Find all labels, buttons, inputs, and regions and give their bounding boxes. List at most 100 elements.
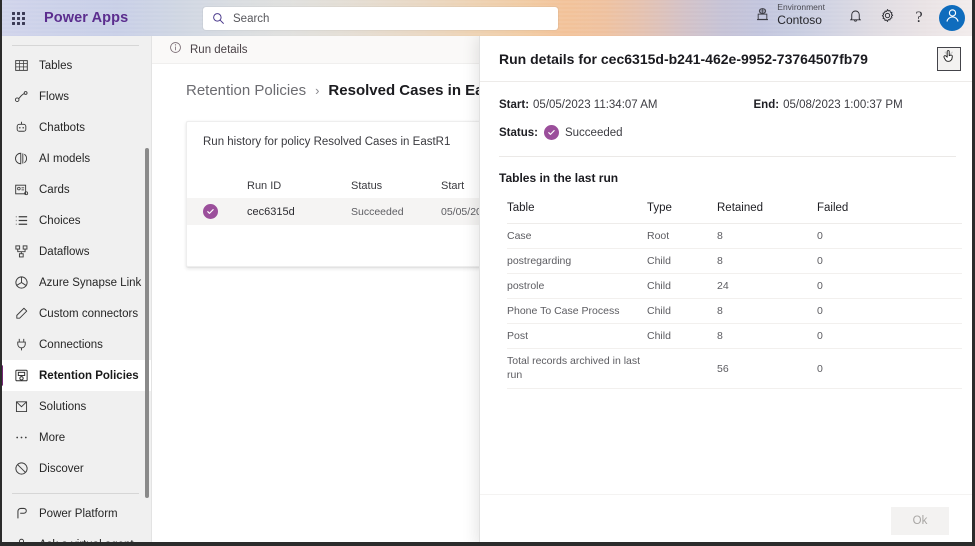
sidebar-item-label: Custom connectors [39,307,139,320]
search-icon [212,12,225,25]
table-row: postrole Child 24 0 [507,274,962,299]
sidebar-item-solutions[interactable]: Solutions [0,391,151,422]
person-avatar-icon [944,7,961,29]
column-header-status[interactable]: Status [351,180,441,192]
environment-value: Contoso [777,12,822,27]
sidebar-item-discover[interactable]: Discover [0,453,151,484]
settings-button[interactable] [871,2,903,34]
sidebar-top-divider [12,45,139,46]
avatar[interactable] [939,5,965,31]
environment-label: Environment [777,2,825,12]
chatbot-icon [12,119,30,137]
sidebar-item-power-platform[interactable]: Power Platform [0,498,151,529]
power-platform-icon [12,505,30,523]
table-row-total: Total records archived in last run 56 0 [507,349,962,389]
app-window: Power Apps Environment Contoso [0,0,975,546]
sidebar-item-label: Power Platform [39,507,118,520]
status-label: Status: [499,126,538,139]
sidebar-item-dataflows[interactable]: Dataflows [0,236,151,267]
sidebar-item-label: Solutions [39,400,87,413]
sidebar-item-connections[interactable]: Connections [0,329,151,360]
cell-retained: 8 [717,255,723,267]
plug-icon [12,336,30,354]
sidebar-item-choices[interactable]: Choices [0,205,151,236]
cell-table: Total records archived in last run [507,355,641,381]
synapse-icon [12,274,30,292]
close-button[interactable] [937,46,961,71]
cell-run-id: cec6315d [247,205,295,218]
retention-icon [12,367,30,385]
search-box[interactable] [203,7,558,30]
cell-retained: 24 [717,280,729,292]
cell-table: postregarding [507,255,572,267]
cell-failed: 0 [817,362,823,375]
panel-body: Start: 05/05/2023 11:34:07 AM End: 05/08… [480,82,975,494]
suite-header-bar: Power Apps Environment Contoso [0,0,975,36]
sidebar-scrollbar[interactable] [145,148,149,498]
solution-icon [12,398,30,416]
sidebar-item-more[interactable]: More [0,422,151,453]
environment-selector[interactable]: Environment Contoso [755,3,825,27]
breadcrumb-parent[interactable]: Retention Policies [186,82,306,99]
sidebar-item-label: More [39,431,66,444]
gear-icon [880,8,895,28]
sidebar-item-label: AI models [39,152,91,165]
cell-failed: 0 [817,255,823,267]
success-check-icon [203,204,218,219]
sidebar-item-azure-synapse-link[interactable]: Azure Synapse Link [0,267,151,298]
waffle-menu-button[interactable] [0,0,36,36]
window-frame-left [0,0,2,546]
column-header-table: Table [507,202,535,214]
ok-button[interactable]: Ok [891,506,949,535]
search-input[interactable] [233,12,533,25]
sidebar-item-flows[interactable]: Flows [0,81,151,112]
cell-type: Child [647,255,671,267]
cell-table: Post [507,330,529,342]
sidebar-item-chatbots[interactable]: Chatbots [0,112,151,143]
sidebar-item-label: Azure Synapse Link [39,276,142,289]
cell-failed: 0 [817,230,823,242]
brand-title[interactable]: Power Apps [44,10,128,26]
environment-text: Environment Contoso [777,3,825,27]
panel-title: Run details for cec6315d-b241-462e-9952-… [499,50,868,67]
flow-icon [12,88,30,106]
sidebar-item-label: Chatbots [39,121,86,134]
table-icon [12,57,30,75]
sidebar-item-cards[interactable]: Cards [0,174,151,205]
run-history-status-icon-col [203,180,247,192]
cell-failed: 0 [817,305,823,317]
help-button[interactable]: ? [903,2,935,34]
run-status-cell [203,204,247,219]
column-header-run-id[interactable]: Run ID [247,180,351,192]
sidebar-item-ai-models[interactable]: AI models [0,143,151,174]
environment-icon [755,7,770,22]
end-value: 05/08/2023 1:00:37 PM [783,99,903,111]
cell-type: Root [647,230,670,242]
tables-in-last-run-table: Table Type Retained Failed Case Root 8 0… [507,202,962,389]
waffle-grid-icon [11,11,25,25]
sidebar-item-label: Cards [39,183,70,196]
table-row: Phone To Case Process Child 8 0 [507,299,962,324]
cell-type: Child [647,305,671,317]
panel-divider [499,156,956,157]
question-mark-icon: ? [915,9,923,26]
sidebar-item-retention-policies[interactable]: Retention Policies [0,360,151,391]
infobar-label: Run details [190,43,248,56]
dataflow-icon [12,243,30,261]
notifications-button[interactable] [839,2,871,34]
breadcrumb-separator-icon: › [315,83,320,98]
table-row: Case Root 8 0 [507,224,962,249]
discover-icon [12,460,30,478]
sidebar-item-label: Tables [39,59,73,72]
choices-icon [12,212,30,230]
sidebar: Tables Flows Chatbots AI models Cards Ch… [0,36,152,546]
panel-header: Run details for cec6315d-b241-462e-9952-… [480,36,975,82]
cell-table: postrole [507,280,545,292]
sidebar-item-tables[interactable]: Tables [0,50,151,81]
column-header-retained: Retained [717,202,764,214]
run-details-panel: Run details for cec6315d-b241-462e-9952-… [479,36,975,546]
run-status-row: Status: Succeeded [499,125,956,140]
sidebar-item-custom-connectors[interactable]: Custom connectors [0,298,151,329]
cell-status: Succeeded [351,205,404,218]
cell-retained: 8 [717,330,723,342]
